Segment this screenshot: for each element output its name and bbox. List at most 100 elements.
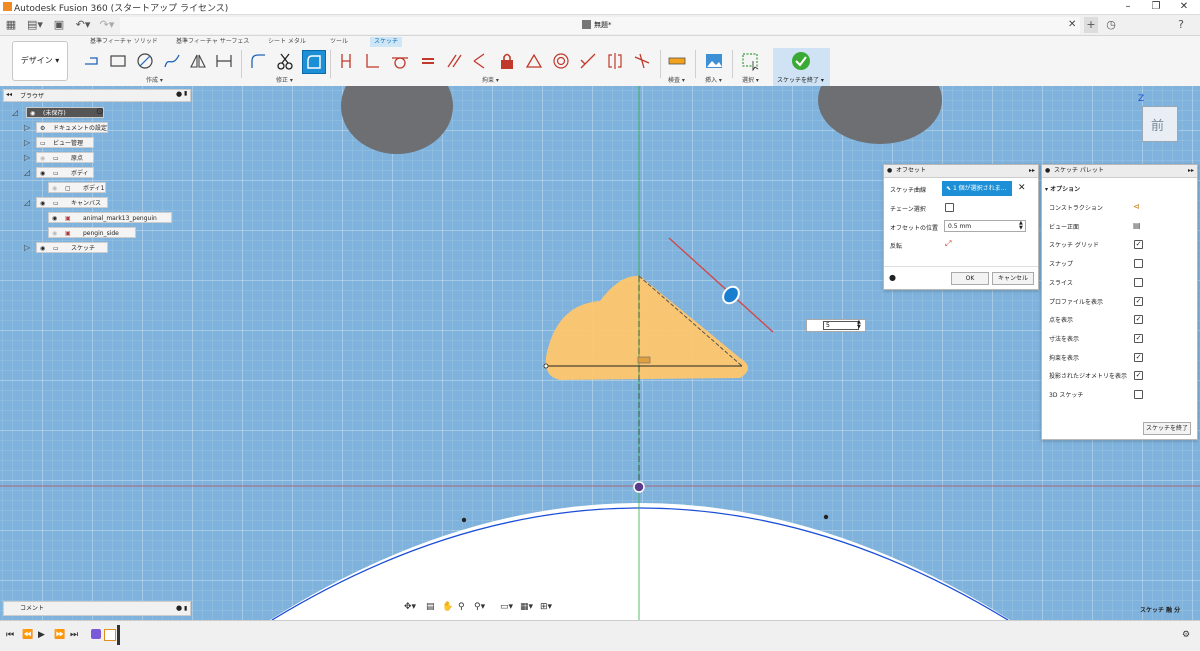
palette-option-checkbox[interactable] xyxy=(1134,277,1143,287)
save-icon[interactable]: ▣ xyxy=(52,17,66,33)
palette-option-checkbox[interactable]: ✓ xyxy=(1134,352,1143,362)
look-at-icon[interactable]: ▤ xyxy=(426,602,435,612)
line-tool-icon[interactable] xyxy=(82,51,102,71)
arc-point[interactable] xyxy=(461,517,467,523)
palette-option-checkbox[interactable]: ✓ xyxy=(1134,333,1143,343)
dimension-tool-icon[interactable] xyxy=(336,51,356,71)
active-radio-icon[interactable]: ⊙ xyxy=(96,107,104,117)
offset-distance-input[interactable] xyxy=(823,321,859,330)
spinner-icon[interactable]: ▲ ▼ xyxy=(1019,221,1023,231)
expand-icon[interactable]: ▷ xyxy=(24,123,30,132)
mirror-tool-icon[interactable] xyxy=(188,51,208,71)
sketch-point[interactable] xyxy=(543,363,549,369)
sketch-palette-header[interactable]: ● スケッチ パレット ▸▸ xyxy=(1042,165,1197,178)
settings-gear-icon[interactable]: ⚙ xyxy=(1182,630,1190,640)
offset-position-input[interactable]: 0.5 mm ▲ ▼ xyxy=(944,220,1026,232)
redo-icon[interactable]: ↷▾ xyxy=(98,17,116,33)
palette-option-checkbox[interactable]: ✓ xyxy=(1134,296,1143,306)
help-icon[interactable]: ? xyxy=(1174,17,1188,33)
eye-icon[interactable]: ◉ xyxy=(40,198,45,209)
browser-node-named-views[interactable]: ▭ ビュー管理 xyxy=(36,137,94,148)
browser-node-canvases[interactable]: ◉ ▭ キャンバス xyxy=(36,197,108,208)
collinear-icon[interactable] xyxy=(578,51,598,71)
browser-node-canvas-penguin[interactable]: ◉ ▣ animal_mark13_penguin xyxy=(48,212,172,223)
finish-sketch-button[interactable]: スケッチを終了 ▾ xyxy=(773,48,830,86)
project-tool-icon[interactable] xyxy=(214,51,234,71)
sketch-curve-selection[interactable]: ⬉ 1 個が選択されま... xyxy=(942,181,1012,196)
palette-option-checkbox[interactable] xyxy=(1134,259,1143,269)
measure-icon[interactable] xyxy=(667,51,687,71)
timeline-next-icon[interactable]: ⏩ xyxy=(54,630,65,640)
browser-node-document-settings[interactable]: ⚙ ドキュメントの設定 xyxy=(36,122,108,133)
offset-tool-active[interactable] xyxy=(302,50,326,74)
eye-icon[interactable]: ◉ xyxy=(52,213,57,224)
spinner-icon[interactable]: ▲ ▼ xyxy=(857,320,861,330)
chain-select-checkbox[interactable] xyxy=(945,203,954,212)
browser-node-body1[interactable]: ◉ ▢ ボディ1 xyxy=(48,182,106,193)
arc-point[interactable] xyxy=(823,514,829,520)
collapse-icon[interactable]: ◿ xyxy=(24,168,30,177)
expand-icon[interactable]: ▮ xyxy=(184,90,187,97)
palette-option-checkbox[interactable]: ✓ xyxy=(1134,315,1143,325)
eye-icon[interactable]: ◉ xyxy=(40,243,45,254)
parallel-icon[interactable] xyxy=(444,51,464,71)
symmetry-icon[interactable] xyxy=(605,51,625,71)
file-menu-icon[interactable]: ▤▾ xyxy=(26,17,44,33)
group-insert[interactable]: 挿入 ▾ xyxy=(705,75,722,84)
cancel-button[interactable]: キャンセル xyxy=(992,272,1034,285)
tab-sketch[interactable]: スケッチ xyxy=(370,37,403,47)
viewcube[interactable]: 前 xyxy=(1142,106,1178,142)
tangent-icon[interactable] xyxy=(390,51,410,71)
pin-icon[interactable]: ● xyxy=(176,90,182,98)
job-status-clock-icon[interactable]: ◷ xyxy=(1104,17,1118,33)
expand-icon[interactable]: ▷ xyxy=(24,138,30,147)
timeline-item-canvas-icon[interactable] xyxy=(91,629,101,639)
maximize-icon[interactable]: ❐ xyxy=(1142,0,1170,14)
browser-node-bodies[interactable]: ◉ ▭ ボディ xyxy=(36,167,94,178)
timeline-start-icon[interactable]: ⏮ xyxy=(6,630,14,640)
group-inspect[interactable]: 検査 ▾ xyxy=(668,75,685,84)
browser-node-canvas-side[interactable]: ◉ ▣ pengin_side xyxy=(48,227,136,238)
data-panel-grid-icon[interactable]: ▦ xyxy=(4,17,18,33)
collapse-root-icon[interactable]: ◿ xyxy=(12,108,18,117)
circle-tool-icon[interactable] xyxy=(135,51,155,71)
perpendicular-icon[interactable] xyxy=(470,51,490,71)
expand-icon[interactable]: ▸▸ xyxy=(1029,165,1035,177)
palette-option-checkbox[interactable]: ✓ xyxy=(1134,371,1143,381)
rectangle-tool-icon[interactable] xyxy=(108,51,128,71)
trim-tool-icon[interactable] xyxy=(275,51,295,71)
tab-solid[interactable]: 基準フィーチャ ソリッド xyxy=(90,37,158,47)
comment-bar[interactable]: コメント ● ▮ xyxy=(3,601,191,616)
timeline-marker[interactable] xyxy=(117,625,120,645)
eye-off-icon[interactable]: ◉ xyxy=(52,183,57,194)
tab-sheet-metal[interactable]: シート メタル xyxy=(268,37,306,47)
palette-option-checkbox[interactable]: ✓ xyxy=(1134,240,1143,250)
pin-icon[interactable]: ● xyxy=(1045,165,1050,177)
expand-icon[interactable]: ▸▸ xyxy=(1188,165,1194,177)
new-tab-icon[interactable]: + xyxy=(1084,17,1098,33)
expand-icon[interactable]: ▷ xyxy=(24,153,30,162)
clear-selection-icon[interactable]: ✕ xyxy=(1018,183,1026,193)
display-settings-icon[interactable]: ▭▾ xyxy=(500,602,513,612)
group-modify[interactable]: 修正 ▾ xyxy=(276,75,293,84)
fit-icon[interactable]: ⚲▾ xyxy=(474,602,485,612)
construction-icon[interactable]: ⊲ xyxy=(1133,202,1140,211)
select-icon[interactable] xyxy=(741,51,761,71)
profile-region[interactable] xyxy=(545,275,748,380)
origin-point[interactable] xyxy=(633,481,645,493)
grid-settings-icon[interactable]: ▦▾ xyxy=(520,602,533,612)
palette-option-checkbox[interactable] xyxy=(1134,390,1143,399)
offset-dialog-header[interactable]: ● オフセット ▸▸ xyxy=(884,165,1038,178)
close-icon[interactable]: ✕ xyxy=(1170,0,1198,14)
minimize-icon[interactable]: – xyxy=(1114,0,1142,14)
browser-header[interactable]: ◂◂ ブラウザ ● ▮ xyxy=(3,89,191,102)
dimension-input-box[interactable]: ▲▼ xyxy=(806,319,866,332)
group-select[interactable]: 選択 ▾ xyxy=(742,75,759,84)
group-create[interactable]: 作成 ▾ xyxy=(146,75,163,84)
finish-sketch-palette-button[interactable]: スケッチを終了 xyxy=(1143,422,1191,435)
equal-icon[interactable] xyxy=(418,51,438,71)
browser-node-sketches[interactable]: ◉ ▭ スケッチ xyxy=(36,242,108,253)
flip-icon[interactable]: ⤢ xyxy=(945,239,951,249)
eye-off-icon[interactable]: ◉ xyxy=(52,228,57,239)
coincident-icon[interactable] xyxy=(362,51,382,71)
